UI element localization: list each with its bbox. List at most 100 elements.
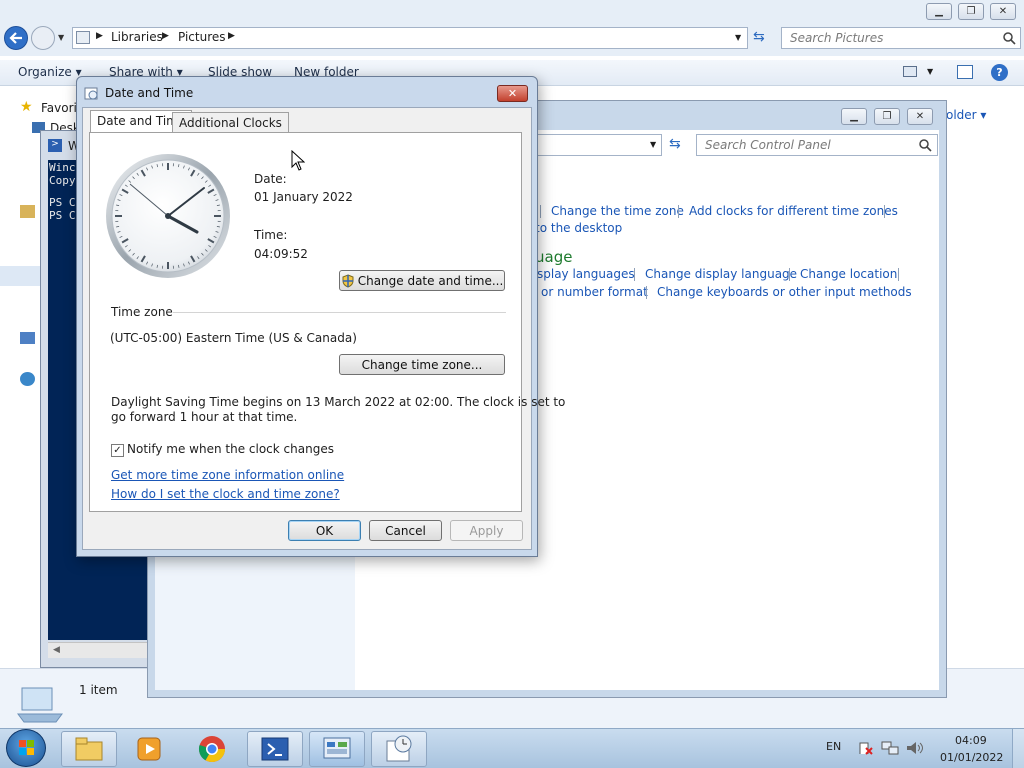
uac-shield-icon bbox=[342, 273, 354, 288]
ps-line-4: PS C bbox=[49, 209, 76, 222]
address-bar[interactable] bbox=[72, 27, 748, 49]
date-value: 01 January 2022 bbox=[254, 190, 353, 204]
cp-refresh-icon[interactable]: ⇆ bbox=[669, 136, 681, 152]
dst-info-line-2: go forward 1 hour at that time. bbox=[111, 410, 298, 424]
link-separator bbox=[678, 205, 679, 218]
network-icon[interactable] bbox=[881, 740, 899, 756]
link-to-the-desktop[interactable]: to the desktop bbox=[535, 221, 622, 235]
back-arrow-icon bbox=[9, 32, 22, 44]
notify-checkbox-label[interactable]: Notify me when the clock changes bbox=[127, 442, 334, 456]
forward-button[interactable] bbox=[31, 26, 55, 50]
mouse-cursor-icon bbox=[291, 150, 305, 171]
minimize-button[interactable]: ▁ bbox=[926, 3, 952, 20]
taskbar-control-panel[interactable] bbox=[309, 731, 365, 767]
ok-button[interactable]: OK bbox=[288, 520, 361, 541]
close-button[interactable]: ✕ bbox=[990, 3, 1016, 20]
maximize-button[interactable]: ❐ bbox=[958, 3, 984, 20]
view-dropdown-icon[interactable]: ▼ bbox=[927, 67, 933, 76]
link-more-timezone-info[interactable]: Get more time zone information online bbox=[111, 468, 344, 482]
link-separator bbox=[898, 268, 899, 281]
taskbar-clock-time[interactable]: 04:09 bbox=[955, 734, 987, 747]
analog-clock bbox=[106, 154, 230, 278]
link-separator bbox=[646, 286, 647, 299]
search-icon[interactable] bbox=[1003, 32, 1016, 45]
link-how-to-set-clock[interactable]: How do I set the clock and time zone? bbox=[111, 487, 340, 501]
link-display-languages[interactable]: splay languages bbox=[537, 267, 635, 281]
cp-maximize-button[interactable]: ❐ bbox=[874, 108, 900, 125]
recent-pages-dropdown-icon[interactable]: ▼ bbox=[58, 33, 64, 42]
breadcrumb-separator-icon: ▶ bbox=[228, 31, 235, 41]
ps-line-3: PS C bbox=[49, 196, 76, 209]
view-options-icon[interactable] bbox=[903, 66, 917, 77]
nav-selected-item[interactable] bbox=[0, 266, 40, 286]
date-time-icon bbox=[386, 735, 412, 762]
address-dropdown-icon[interactable]: ▼ bbox=[735, 33, 741, 42]
search-pictures-input[interactable]: Search Pictures bbox=[781, 27, 1021, 49]
taskbar-media-player[interactable] bbox=[121, 731, 177, 767]
show-desktop-button[interactable] bbox=[1012, 729, 1024, 768]
help-icon[interactable]: ? bbox=[991, 64, 1008, 81]
notify-checkbox[interactable]: ✓ bbox=[111, 444, 124, 457]
link-separator bbox=[540, 205, 541, 218]
link-number-format[interactable]: or number format bbox=[541, 285, 648, 299]
volume-icon[interactable] bbox=[905, 740, 923, 756]
refresh-icon[interactable]: ⇆ bbox=[753, 29, 765, 45]
link-change-keyboards[interactable]: Change keyboards or other input methods bbox=[657, 285, 912, 299]
clock-language-region-heading[interactable]: uage bbox=[535, 248, 572, 266]
link-change-display-language[interactable]: Change display language bbox=[645, 267, 797, 281]
back-button[interactable] bbox=[4, 26, 28, 50]
taskbar-chrome[interactable] bbox=[184, 731, 240, 767]
ps-line-2: Copy bbox=[49, 174, 76, 187]
breadcrumb-separator-icon: ▶ bbox=[162, 31, 169, 41]
cancel-button[interactable]: Cancel bbox=[369, 520, 442, 541]
search-placeholder: Search Pictures bbox=[790, 31, 884, 45]
computer-icon bbox=[20, 332, 35, 344]
organize-label: Organize bbox=[18, 65, 72, 79]
timezone-divider bbox=[173, 312, 506, 313]
powershell-icon: > bbox=[48, 139, 62, 152]
cp-close-button[interactable]: ✕ bbox=[907, 108, 933, 125]
powershell-scrollbar[interactable] bbox=[48, 642, 158, 658]
breadcrumb-pictures[interactable]: Pictures bbox=[178, 30, 226, 44]
link-separator bbox=[884, 205, 885, 218]
link-add-clocks[interactable]: Add clocks for different time zones bbox=[689, 204, 898, 218]
link-change-location[interactable]: Change location bbox=[800, 267, 897, 281]
scroll-left-icon[interactable]: ◀ bbox=[53, 645, 60, 655]
cp-address-dropdown-icon[interactable]: ▼ bbox=[650, 140, 656, 149]
start-button[interactable] bbox=[6, 729, 46, 767]
link-change-time-zone[interactable]: Change the time zone bbox=[551, 204, 684, 218]
windows-logo-icon bbox=[19, 740, 34, 755]
dialog-close-button[interactable]: ✕ bbox=[497, 85, 528, 102]
network-icon bbox=[20, 372, 35, 386]
taskbar-date-time[interactable] bbox=[371, 731, 427, 767]
change-time-zone-button[interactable]: Change time zone... bbox=[339, 354, 505, 375]
taskbar-explorer[interactable] bbox=[61, 731, 117, 767]
organize-button[interactable]: Organize ▾ bbox=[18, 65, 82, 79]
tray-language[interactable]: EN bbox=[826, 740, 841, 753]
taskbar-clock-date[interactable]: 01/01/2022 bbox=[940, 751, 1003, 764]
time-value: 04:09:52 bbox=[254, 247, 308, 261]
folder-icon bbox=[76, 31, 90, 44]
taskbar-powershell[interactable] bbox=[247, 731, 303, 767]
right-folder-text[interactable]: older ▾ bbox=[946, 108, 986, 122]
search-icon[interactable] bbox=[919, 139, 932, 152]
apply-button[interactable]: Apply bbox=[450, 520, 523, 541]
breadcrumb-separator-icon: ▶ bbox=[96, 31, 103, 41]
library-pictures-icon bbox=[17, 687, 63, 723]
explorer-titlebar bbox=[0, 0, 1024, 24]
powershell-icon bbox=[261, 737, 289, 761]
dialog-title: Date and Time bbox=[105, 86, 194, 100]
tab-additional-clocks[interactable]: Additional Clocks bbox=[172, 112, 289, 133]
action-center-icon[interactable] bbox=[858, 740, 874, 756]
media-player-icon bbox=[137, 737, 161, 761]
preview-pane-icon[interactable] bbox=[957, 65, 973, 79]
timezone-value: (UTC-05:00) Eastern Time (US & Canada) bbox=[110, 331, 357, 345]
date-time-icon bbox=[84, 87, 98, 100]
cp-address-bar[interactable] bbox=[530, 134, 662, 156]
date-label: Date: bbox=[254, 172, 287, 186]
cp-minimize-button[interactable]: ▁ bbox=[841, 108, 867, 125]
breadcrumb-libraries[interactable]: Libraries bbox=[111, 30, 163, 44]
status-item-count: 1 item bbox=[79, 683, 118, 697]
search-control-panel-input[interactable]: Search Control Panel bbox=[696, 134, 938, 156]
change-date-time-button[interactable]: Change date and time... bbox=[339, 270, 505, 291]
